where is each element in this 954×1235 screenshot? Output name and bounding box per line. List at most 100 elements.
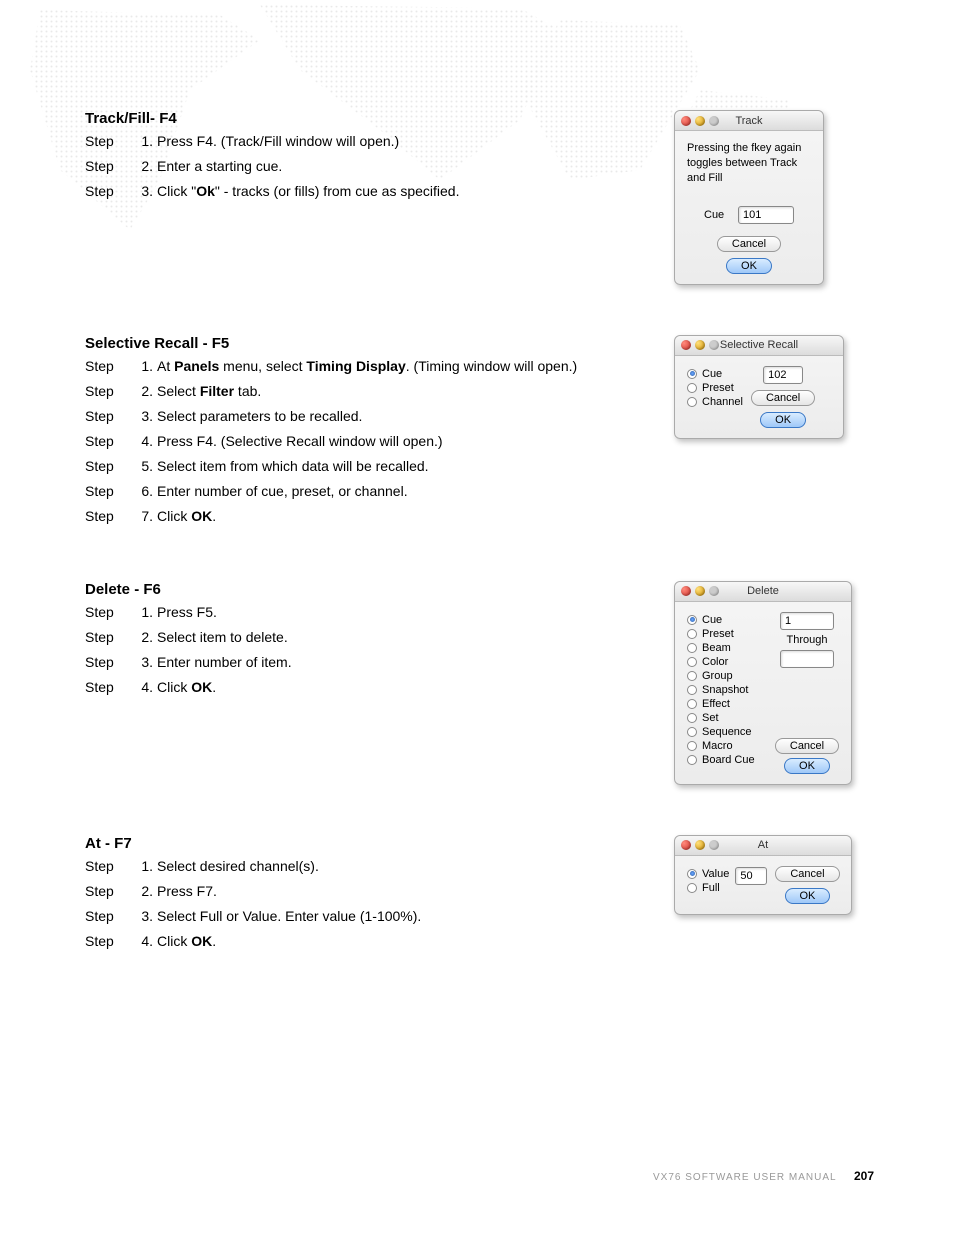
ok-button[interactable]: OK	[784, 758, 830, 774]
step-text: Press F4. (Selective Recall window will …	[157, 431, 654, 452]
radio-option[interactable]: Group	[687, 670, 767, 682]
radio-option[interactable]: Beam	[687, 642, 767, 654]
step-row: Step3.Select Full or Value. Enter value …	[85, 906, 654, 927]
steps-delete: Step1.Press F5.Step2.Select item to dele…	[85, 602, 654, 698]
radio-option[interactable]: Full	[687, 882, 729, 894]
cancel-button[interactable]: Cancel	[751, 390, 815, 406]
step-label: Step	[85, 856, 127, 877]
dialog-selective-recall: Selective Recall Cue Preset Channel Cancel…	[674, 335, 844, 439]
dialog-at: At ValueFull Cancel OK	[674, 835, 852, 915]
step-label: Step	[85, 381, 127, 402]
step-number: 4.	[127, 431, 157, 452]
radio-icon	[687, 741, 697, 751]
heading-at: At - F7	[85, 835, 654, 852]
step-row: Step1.Select desired channel(s).	[85, 856, 654, 877]
radio-label: Color	[702, 656, 728, 668]
step-number: 6.	[127, 481, 157, 502]
radio-option[interactable]: Preset	[687, 628, 767, 640]
from-input[interactable]	[780, 612, 834, 630]
step-text: Select parameters to be recalled.	[157, 406, 654, 427]
radio-label: Beam	[702, 642, 731, 654]
step-number: 1.	[127, 856, 157, 877]
radio-option[interactable]: Macro	[687, 740, 767, 752]
radio-icon	[687, 685, 697, 695]
value-input[interactable]	[763, 366, 803, 384]
radio-label: Sequence	[702, 726, 752, 738]
radio-label: Cue	[702, 368, 722, 380]
cue-input[interactable]	[738, 206, 794, 224]
step-label: Step	[85, 431, 127, 452]
radio-label: Full	[702, 882, 720, 894]
step-label: Step	[85, 506, 127, 527]
cancel-button[interactable]: Cancel	[775, 738, 839, 754]
radio-option[interactable]: Color	[687, 656, 767, 668]
dialog-track: Track Pressing the fkey again toggles be…	[674, 110, 824, 285]
step-text: Enter a starting cue.	[157, 156, 654, 177]
step-text: Press F4. (Track/Fill window will open.)	[157, 131, 654, 152]
footer-text: VX76 SOFTWARE USER MANUAL	[653, 1172, 836, 1183]
step-number: 1.	[127, 356, 157, 377]
radio-icon	[687, 883, 697, 893]
radio-icon	[687, 671, 697, 681]
to-input[interactable]	[780, 650, 834, 668]
ok-button[interactable]: OK	[760, 412, 806, 428]
step-number: 3.	[127, 406, 157, 427]
titlebar: Track	[675, 111, 823, 131]
radio-icon	[687, 615, 697, 625]
radio-icon	[687, 369, 697, 379]
ok-button[interactable]: OK	[726, 258, 772, 274]
step-number: 1.	[127, 602, 157, 623]
step-text: Select Filter tab.	[157, 381, 654, 402]
step-label: Step	[85, 456, 127, 477]
cancel-button[interactable]: Cancel	[775, 866, 839, 882]
step-row: Step1.At Panels menu, select Timing Disp…	[85, 356, 654, 377]
titlebar: Delete	[675, 582, 851, 602]
step-row: Step7.Click OK.	[85, 506, 654, 527]
radio-group: Value Full	[687, 866, 729, 896]
step-label: Step	[85, 627, 127, 648]
step-row: Step4.Press F4. (Selective Recall window…	[85, 431, 654, 452]
steps-track: Step1.Press F4. (Track/Fill window will …	[85, 131, 654, 202]
radio-option[interactable]: Snapshot	[687, 684, 767, 696]
radio-option[interactable]: Cue	[687, 368, 743, 380]
step-text: Select desired channel(s).	[157, 856, 654, 877]
value-input[interactable]	[735, 867, 767, 885]
radio-option[interactable]: Effect	[687, 698, 767, 710]
step-label: Step	[85, 652, 127, 673]
step-row: Step6.Enter number of cue, preset, or ch…	[85, 481, 654, 502]
dialog-title: Track	[681, 115, 817, 127]
radio-option[interactable]: Board Cue	[687, 754, 767, 766]
step-text: Select Full or Value. Enter value (1-100…	[157, 906, 654, 927]
step-label: Step	[85, 881, 127, 902]
radio-option[interactable]: Preset	[687, 382, 743, 394]
step-label: Step	[85, 931, 127, 952]
step-number: 7.	[127, 506, 157, 527]
step-text: Enter number of cue, preset, or channel.	[157, 481, 654, 502]
radio-label: Board Cue	[702, 754, 755, 766]
ok-button[interactable]: OK	[785, 888, 831, 904]
cancel-button[interactable]: Cancel	[717, 236, 781, 252]
radio-label: Preset	[702, 628, 734, 640]
step-label: Step	[85, 181, 127, 202]
radio-label: Snapshot	[702, 684, 748, 696]
radio-label: Channel	[702, 396, 743, 408]
step-label: Step	[85, 481, 127, 502]
step-number: 2.	[127, 881, 157, 902]
radio-option[interactable]: Cue	[687, 614, 767, 626]
step-number: 4.	[127, 931, 157, 952]
radio-option[interactable]: Channel	[687, 396, 743, 408]
radio-option[interactable]: Value	[687, 868, 729, 880]
steps-at: Step1.Select desired channel(s).Step2.Pr…	[85, 856, 654, 952]
radio-label: Macro	[702, 740, 733, 752]
step-number: 2.	[127, 627, 157, 648]
dialog-title: Delete	[681, 585, 845, 597]
dialog-delete: Delete Cue Preset Beam Color Group Snapshot Ef…	[674, 581, 852, 785]
radio-icon	[687, 869, 697, 879]
radio-icon	[687, 643, 697, 653]
radio-label: Preset	[702, 382, 734, 394]
dialog-title: Selective Recall	[681, 339, 837, 351]
radio-option[interactable]: Sequence	[687, 726, 767, 738]
cue-label: Cue	[704, 209, 738, 221]
step-label: Step	[85, 906, 127, 927]
radio-option[interactable]: Set	[687, 712, 767, 724]
